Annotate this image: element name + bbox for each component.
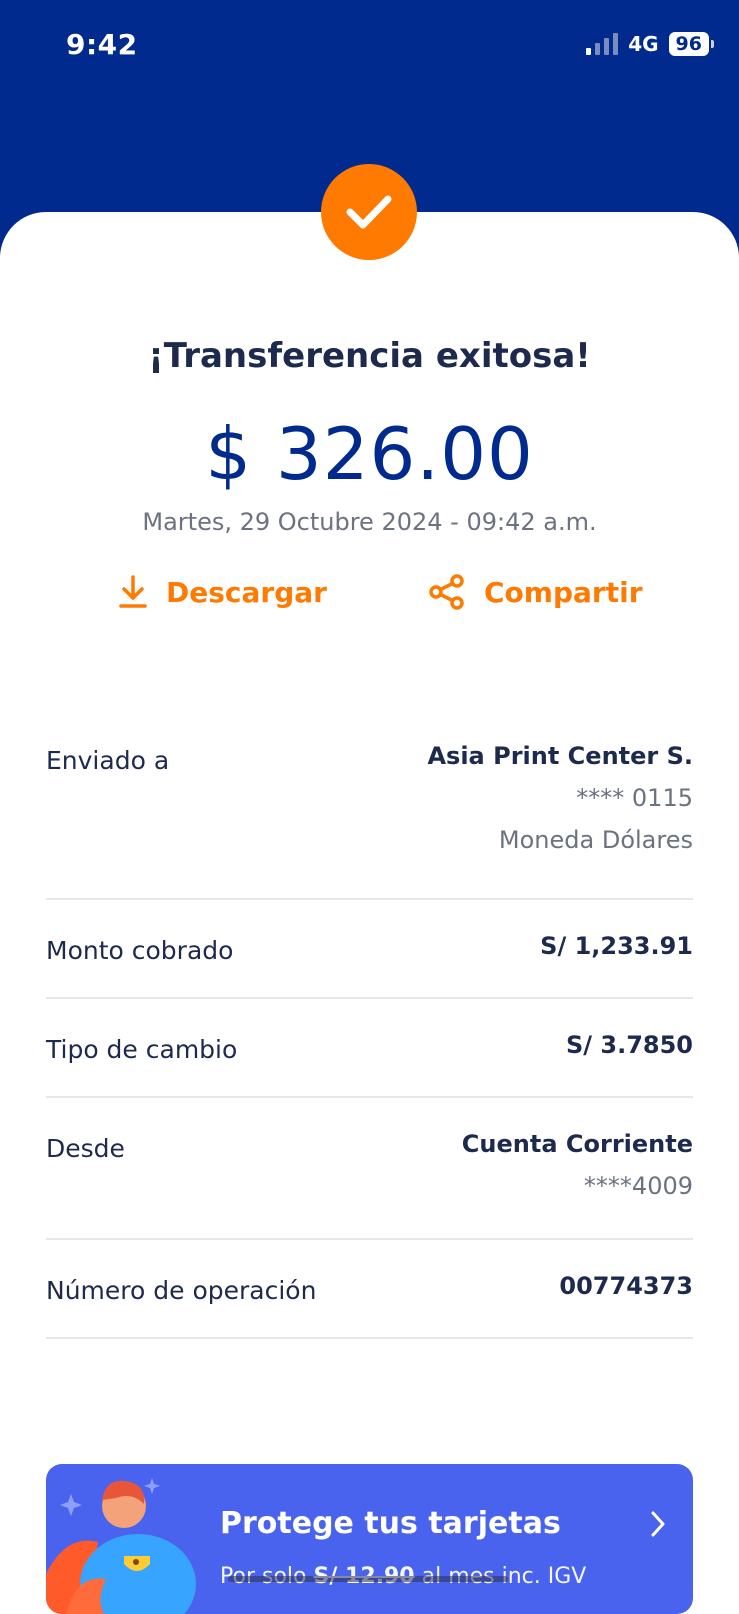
chevron-right-icon [651, 1511, 665, 1537]
recipient-name: Asia Print Center S. [427, 742, 693, 770]
signal-icon [586, 33, 619, 55]
detail-label: Número de operación [46, 1276, 317, 1305]
operation-number: 00774373 [559, 1272, 693, 1300]
transfer-datetime: Martes, 29 Octubre 2024 - 09:42 a.m. [142, 508, 597, 536]
success-checkmark-icon [321, 164, 417, 260]
source-account-name: Cuenta Corriente [461, 1130, 693, 1158]
detail-row-recipient: Enviado a Asia Print Center S. **** 0115… [46, 716, 693, 900]
detail-row-operation-number: Número de operación 00774373 [46, 1240, 693, 1339]
detail-row-exchange-rate: Tipo de cambio S/ 3.7850 [46, 999, 693, 1098]
charged-amount: S/ 1,233.91 [540, 932, 693, 960]
download-label: Descargar [166, 575, 327, 609]
recipient-currency: Moneda Dólares [498, 826, 693, 854]
detail-label: Tipo de cambio [46, 1035, 238, 1064]
detail-row-charged: Monto cobrado S/ 1,233.91 [46, 900, 693, 999]
download-button[interactable]: Descargar [118, 574, 327, 610]
promo-title: Protege tus tarjetas [220, 1506, 561, 1541]
transfer-details: Enviado a Asia Print Center S. **** 0115… [46, 716, 693, 1339]
source-account-number: ****4009 [583, 1172, 693, 1200]
share-label: Compartir [484, 575, 643, 609]
home-indicator [228, 1576, 508, 1582]
status-indicators: 4G 96 [586, 32, 715, 56]
page-title: ¡Transferencia exitosa! [148, 336, 591, 376]
share-button[interactable]: Compartir [428, 574, 643, 610]
detail-row-source: Desde Cuenta Corriente ****4009 [46, 1098, 693, 1240]
exchange-rate: S/ 3.7850 [565, 1031, 693, 1059]
transfer-amount: $ 326.00 [205, 412, 534, 496]
superhero-illustration [46, 1478, 196, 1614]
recipient-account: **** 0115 [576, 784, 693, 812]
share-icon [429, 574, 464, 610]
download-icon [119, 575, 147, 608]
detail-label: Monto cobrado [46, 936, 234, 965]
detail-label: Desde [46, 1134, 125, 1163]
promo-banner[interactable]: Protege tus tarjetas Por solo S/ 12.90 a… [46, 1464, 693, 1614]
status-time: 9:42 [66, 28, 138, 61]
network-type: 4G [628, 32, 659, 56]
detail-label: Enviado a [46, 746, 170, 775]
battery-icon: 96 [668, 32, 715, 56]
